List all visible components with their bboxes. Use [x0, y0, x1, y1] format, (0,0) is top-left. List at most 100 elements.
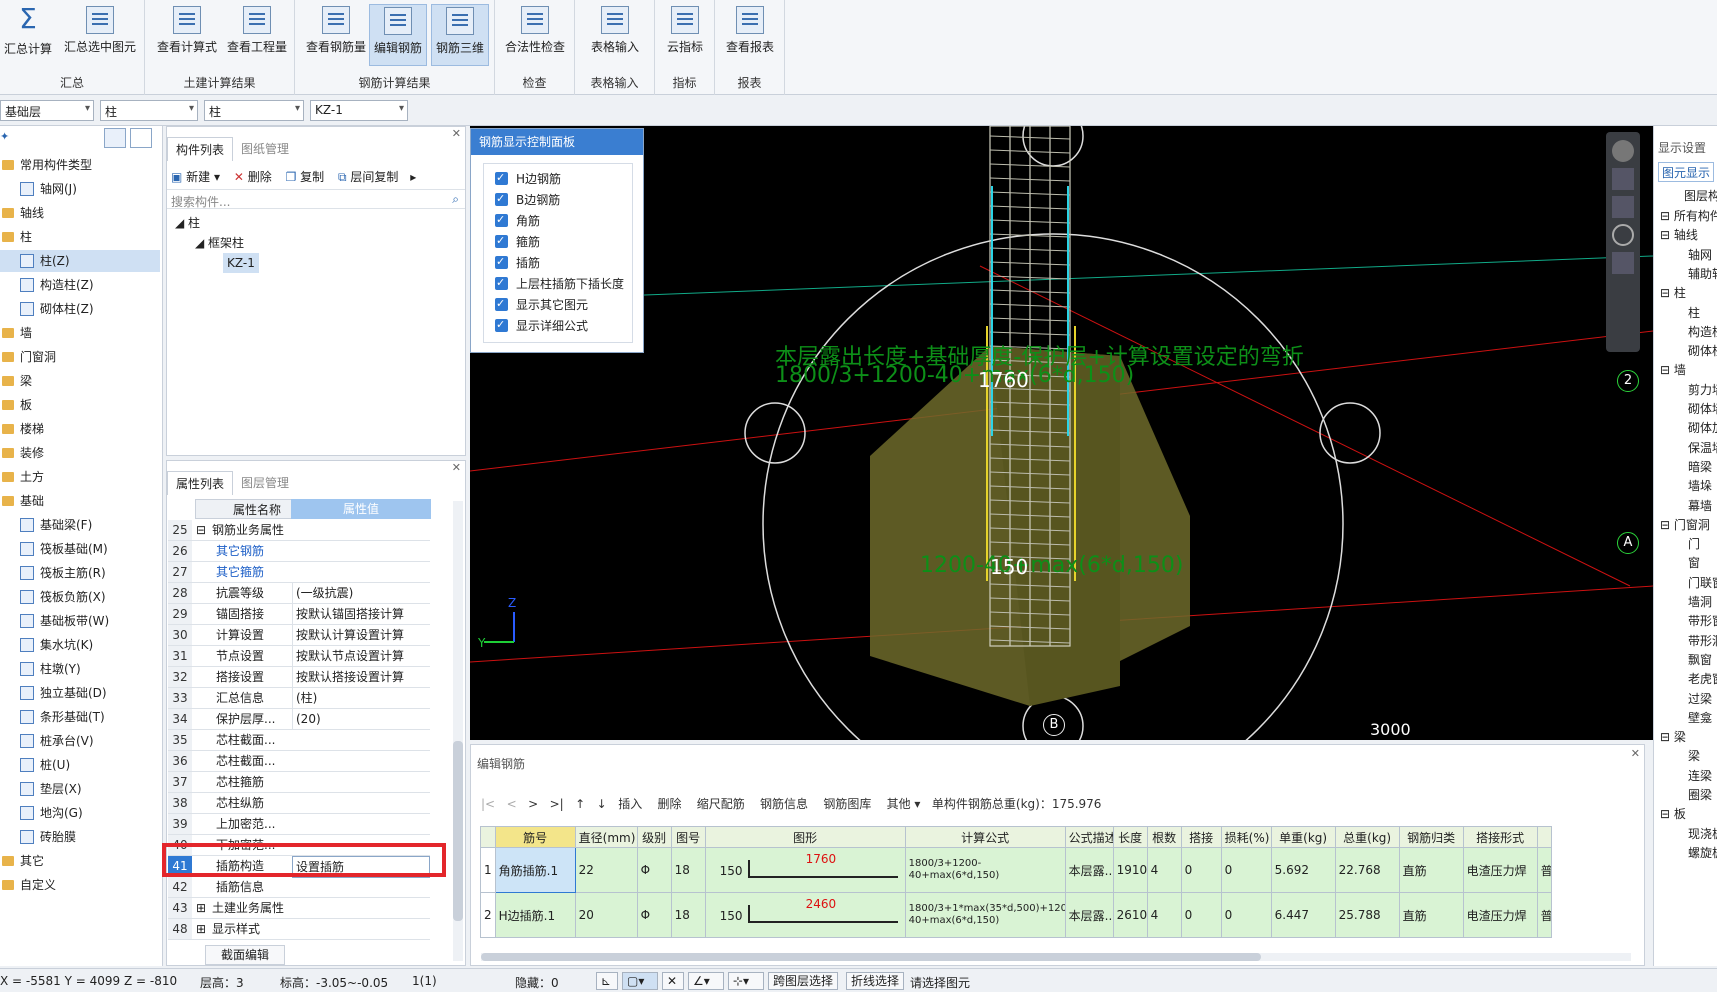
rebar-library-button[interactable]: 钢筋图库: [823, 797, 871, 811]
checkbox-icon[interactable]: [495, 189, 508, 209]
checkbox-icon[interactable]: [495, 210, 508, 230]
rebar-row[interactable]: 1 角筋插筋.1 22 Φ 18 150 1760 1800/3+1200-40+max(6*…: [480, 847, 1552, 893]
nav-item[interactable]: 柱(Z): [0, 250, 160, 272]
checkbox-icon[interactable]: [495, 315, 508, 335]
property-row[interactable]: 32 搭接设置 按默认搭接设置计算: [168, 667, 430, 688]
list-view-icon[interactable]: [104, 128, 126, 148]
display-option-checkbox[interactable]: 插筋: [495, 252, 540, 273]
layer-item[interactable]: 带形洞: [1688, 631, 1717, 651]
column-header[interactable]: 搭接: [1180, 826, 1222, 848]
close-icon[interactable]: ✕: [1631, 747, 1640, 760]
rebar-cell-cat[interactable]: 直筋: [1398, 892, 1464, 938]
polyline-select-button[interactable]: 折线选择: [846, 972, 905, 990]
nav-item[interactable]: 垫层(X): [0, 778, 160, 800]
rebar-cell-formula[interactable]: 1800/3+1*max(35*d,500)+1200-40+max(6*d,1…: [904, 892, 1066, 938]
nav-item[interactable]: 梁: [0, 370, 160, 392]
property-row[interactable]: 26 其它钢筋: [168, 541, 430, 562]
rebar-cell-fig[interactable]: 18: [670, 847, 706, 893]
nav-item[interactable]: 墙: [0, 322, 160, 344]
rebar-row[interactable]: 2 H边插筋.1 20 Φ 18 150 2460 1800/3+1*max(35*d,500…: [480, 892, 1552, 938]
collapse-icon[interactable]: ⊟: [1660, 518, 1674, 532]
nav-item[interactable]: 桩承台(V): [0, 730, 160, 752]
tree-view-icon[interactable]: [130, 128, 152, 148]
nav-item[interactable]: 独立基础(D): [0, 682, 160, 704]
rebar-cell-cat[interactable]: 直筋: [1398, 847, 1464, 893]
shape-cell[interactable]: 150 2460: [704, 892, 906, 938]
column-header[interactable]: 总重(kg): [1334, 826, 1400, 848]
column-header[interactable]: 计算公式: [904, 826, 1066, 848]
rebar-cell-lap[interactable]: 0: [1180, 892, 1222, 938]
nav-item[interactable]: 筏板基础(M): [0, 538, 160, 560]
rebar-3d-button[interactable]: 钢筋三维: [431, 4, 489, 66]
property-value[interactable]: 按默认计算设置计算: [292, 625, 430, 645]
column-header[interactable]: 单重(kg): [1270, 826, 1336, 848]
move-up-icon[interactable]: ↑: [575, 797, 585, 811]
rebar-cell-extra[interactable]: 普通: [1536, 847, 1552, 893]
property-row[interactable]: 27 其它箍筋: [168, 562, 430, 583]
floor-select[interactable]: 基础层: [0, 100, 94, 121]
other-menu[interactable]: 其他: [887, 797, 911, 811]
nav-item[interactable]: 轴网(J): [0, 178, 160, 200]
close-icon[interactable]: ✕: [452, 461, 461, 474]
property-row[interactable]: 43 ⊞ 土建业务属性: [168, 898, 430, 919]
grid-toggle-icon[interactable]: [1612, 252, 1634, 274]
close-icon[interactable]: ✕: [452, 127, 461, 140]
layer-item[interactable]: 飘窗: [1688, 650, 1712, 670]
section-edit-button[interactable]: 截面编辑: [205, 945, 285, 965]
layer-item[interactable]: 连梁: [1688, 766, 1712, 786]
element-select[interactable]: KZ-1: [310, 100, 408, 121]
edit-rebar-button[interactable]: 编辑钢筋: [369, 4, 427, 66]
layer-item[interactable]: 轴网: [1688, 245, 1712, 265]
rebar-cell-formula[interactable]: 1800/3+1200-40+max(6*d,150): [904, 847, 1066, 893]
search-input[interactable]: 搜索构件...: [171, 193, 230, 210]
display-option-checkbox[interactable]: 显示其它图元: [495, 294, 588, 315]
collapse-icon[interactable]: ⊟: [1660, 286, 1674, 300]
layer-item[interactable]: 圈梁: [1688, 785, 1712, 805]
rebar-cell-count[interactable]: 4: [1146, 892, 1182, 938]
property-value[interactable]: 按默认锚固搭接计算: [292, 604, 430, 624]
expand-icon[interactable]: ⊞: [196, 919, 206, 939]
collapse-icon[interactable]: ⊟: [1660, 363, 1674, 377]
nav-item[interactable]: 砖胎膜: [0, 826, 160, 848]
collapse-icon[interactable]: ⊟: [1660, 228, 1674, 242]
rebar-cell-len[interactable]: 2610: [1112, 892, 1148, 938]
nav-item[interactable]: 柱墩(Y): [0, 658, 160, 680]
tree-node-column[interactable]: ◢ 柱: [175, 213, 259, 233]
checkbox-icon[interactable]: [495, 168, 508, 188]
summary-selected-button[interactable]: 汇总选中图元: [60, 4, 140, 66]
property-row[interactable]: 36 芯柱截面...: [168, 751, 430, 772]
nav-item[interactable]: 地沟(G): [0, 802, 160, 824]
nav-item[interactable]: 桩(U): [0, 754, 160, 776]
new-button[interactable]: 新建: [186, 170, 210, 184]
select-mode-icon[interactable]: ▢▾: [622, 972, 658, 990]
insert-button[interactable]: 插入: [618, 797, 642, 811]
rebar-cell-name[interactable]: H边插筋.1: [494, 892, 576, 938]
nav-item[interactable]: 基础板带(W): [0, 610, 160, 632]
tab-component-list[interactable]: 构件列表: [167, 137, 234, 161]
collapse-icon[interactable]: ⊟: [1660, 807, 1674, 821]
column-header[interactable]: 公式描述: [1064, 826, 1114, 848]
property-row[interactable]: 48 ⊞ 显示样式: [168, 919, 430, 940]
snap-icon[interactable]: ⊹▾: [728, 972, 764, 990]
property-value[interactable]: 按默认节点设置计算: [292, 646, 430, 666]
layer-item[interactable]: 暗梁: [1688, 457, 1712, 477]
layer-item[interactable]: 构造柱: [1688, 322, 1717, 342]
shape-cell[interactable]: 150 1760: [704, 847, 906, 893]
property-value[interactable]: (一级抗震): [292, 583, 430, 603]
view-quantity-button[interactable]: 查看工程量: [223, 4, 291, 66]
view-2d-icon[interactable]: [1612, 168, 1634, 190]
last-icon[interactable]: >|: [550, 797, 564, 811]
orbit-icon[interactable]: [1612, 140, 1634, 162]
layer-item[interactable]: 墙洞: [1688, 592, 1712, 612]
delete-button[interactable]: 删除: [248, 170, 272, 184]
display-option-checkbox[interactable]: H边钢筋: [495, 168, 561, 189]
scale-rebar-button[interactable]: 缩尺配筋: [697, 797, 745, 811]
cloud-index-button[interactable]: 云指标: [659, 4, 711, 66]
h-scrollbar[interactable]: [481, 953, 1631, 961]
layer-item[interactable]: 剪力墙: [1688, 380, 1717, 400]
view-rebar-qty-button[interactable]: 查看钢筋量: [305, 4, 367, 66]
rebar-cell-name[interactable]: 角筋插筋.1: [494, 847, 576, 893]
nav-item[interactable]: 构造柱(Z): [0, 274, 160, 296]
property-scrollbar[interactable]: [453, 501, 463, 961]
column-header[interactable]: [1536, 826, 1552, 848]
